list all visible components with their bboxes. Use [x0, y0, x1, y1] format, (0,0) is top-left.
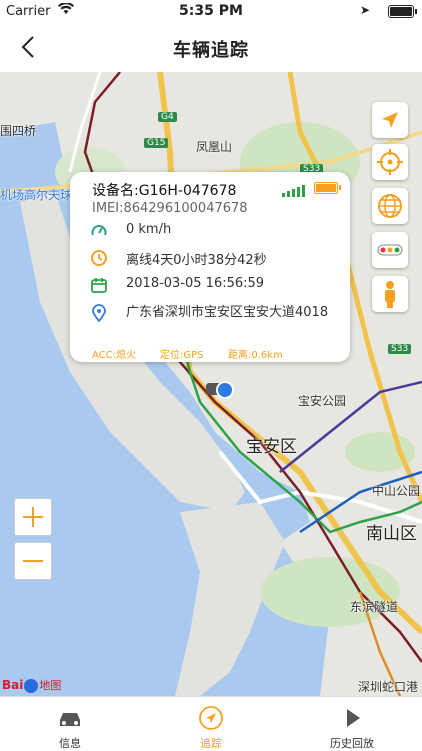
map-label-zhongshan-park: 中山公园: [372, 484, 421, 498]
minus-icon: [23, 560, 43, 562]
acc-status: ACC:熄火: [92, 350, 136, 361]
road-badge-g4: G4: [158, 112, 177, 122]
zoom-out-button[interactable]: [14, 542, 52, 580]
tab-history-label: 历史回放: [330, 737, 374, 750]
device-speed: 0 km/h: [126, 222, 172, 237]
device-name: 设备名:G16H-047678: [92, 183, 237, 199]
location-arrow-icon: ➤: [359, 3, 370, 17]
zoom-in-button[interactable]: [14, 498, 52, 536]
map-label-fenghuangshan: 凤凰山: [196, 140, 233, 154]
road-badge-s33-2: S33: [388, 344, 412, 354]
map-label-dongbin-tunnel: 东滨隧道: [350, 600, 399, 614]
locate-me-button[interactable]: [372, 102, 408, 138]
device-address: 广东省深圳市宝安区宝安大道4018: [126, 305, 329, 320]
target-vehicle-button[interactable]: [372, 144, 408, 180]
distance-value: 距离:0.6km: [228, 350, 283, 361]
navigation-icon: [199, 706, 223, 730]
tab-tracking-label: 追踪: [200, 737, 222, 750]
device-battery-tip: [339, 185, 341, 190]
map-label-baoan-district: 宝安区: [246, 437, 297, 457]
battery-tip: [415, 9, 417, 14]
map-label-shekou-port: 深圳蛇口港: [358, 680, 419, 694]
tab-bar: 信息 追踪 历史回放: [0, 696, 422, 751]
calendar-icon: [91, 278, 107, 293]
person-icon: [385, 281, 395, 308]
map-layer-button[interactable]: [372, 188, 408, 224]
clock: 5:35 PM: [179, 3, 243, 19]
map-view[interactable]: 围四桥 凤凰山 机场高尔夫球 宝安公园 宝安区 中山公园 南山区 东滨隧道 深圳…: [0, 72, 422, 696]
globe-icon: [378, 194, 402, 218]
traffic-button[interactable]: [372, 232, 408, 268]
battery-icon: [388, 5, 414, 18]
last-update-time: 2018-03-05 16:56:59: [126, 276, 265, 291]
tab-tracking[interactable]: 追踪: [141, 697, 281, 751]
positioning-mode: 定位:GPS: [160, 350, 204, 361]
map-label-weiqiao: 围四桥: [0, 124, 37, 138]
tab-info-label: 信息: [59, 737, 81, 750]
signal-strength-icon: [282, 182, 306, 201]
plus-icon: [23, 507, 43, 527]
device-info-popup: 设备名:G16H-047678 IMEI:864296100047678 0 k…: [70, 172, 350, 362]
page-title: 车辆追踪: [173, 40, 249, 61]
traffic-light-icon: [377, 244, 403, 256]
map-label-nanshan-district: 南山区: [366, 524, 417, 544]
device-battery-icon: [314, 182, 338, 194]
location-pin-icon: [92, 304, 106, 322]
baidu-map-logo: Bai 地图: [2, 678, 62, 693]
tab-info[interactable]: 信息: [0, 697, 140, 751]
map-label-airport-road: 机场高尔夫球: [0, 188, 73, 202]
clock-icon: [91, 250, 107, 266]
map-label-baoan-park: 宝安公园: [298, 394, 347, 408]
vehicle-marker[interactable]: [204, 377, 234, 401]
road-badge-g15: G15: [144, 138, 169, 148]
device-imei: IMEI:864296100047678: [92, 201, 248, 216]
status-bar: Carrier 5:35 PM ➤: [0, 0, 422, 22]
offline-duration: 离线4天0小时38分42秒: [126, 253, 267, 268]
car-marker-icon: [206, 381, 234, 399]
car-icon: [60, 713, 80, 726]
street-view-button[interactable]: [372, 276, 408, 312]
tab-history[interactable]: 历史回放: [282, 697, 422, 751]
play-icon: [347, 709, 360, 727]
nav-bar: 车辆追踪: [0, 22, 422, 73]
navigation-arrow-icon: [382, 112, 398, 128]
speedometer-icon: [91, 225, 107, 236]
crosshair-icon: [377, 149, 403, 175]
